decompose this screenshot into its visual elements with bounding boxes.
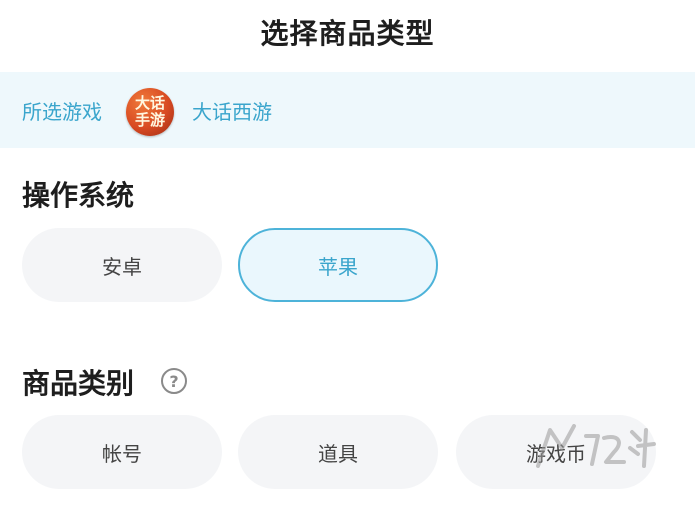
category-option-label: 道具 <box>318 441 358 466</box>
os-section-title: 操作系统 <box>22 179 135 212</box>
category-option-account[interactable]: 帐号 <box>22 415 222 489</box>
category-option-currency[interactable]: 游戏币 <box>456 415 656 489</box>
category-option-item[interactable]: 道具 <box>238 415 438 489</box>
os-option-ios[interactable]: 苹果 <box>238 228 438 302</box>
category-section-title: 商品类别 <box>22 367 135 400</box>
game-logo-icon: 大话 手游 <box>126 88 174 136</box>
category-option-label: 游戏币 <box>526 441 586 466</box>
category-option-label: 帐号 <box>102 441 142 466</box>
question-icon[interactable]: ? <box>161 368 187 394</box>
os-option-label: 苹果 <box>318 254 358 279</box>
page-title: 选择商品类型 <box>260 17 435 50</box>
os-option-android[interactable]: 安卓 <box>22 228 222 302</box>
selected-game-name[interactable]: 大话西游 <box>192 96 272 125</box>
os-option-label: 安卓 <box>102 254 142 279</box>
selected-game-label: 所选游戏 <box>22 100 102 124</box>
selected-game-bar[interactable]: 所选游戏 大话 手游 大话西游 <box>0 72 695 148</box>
